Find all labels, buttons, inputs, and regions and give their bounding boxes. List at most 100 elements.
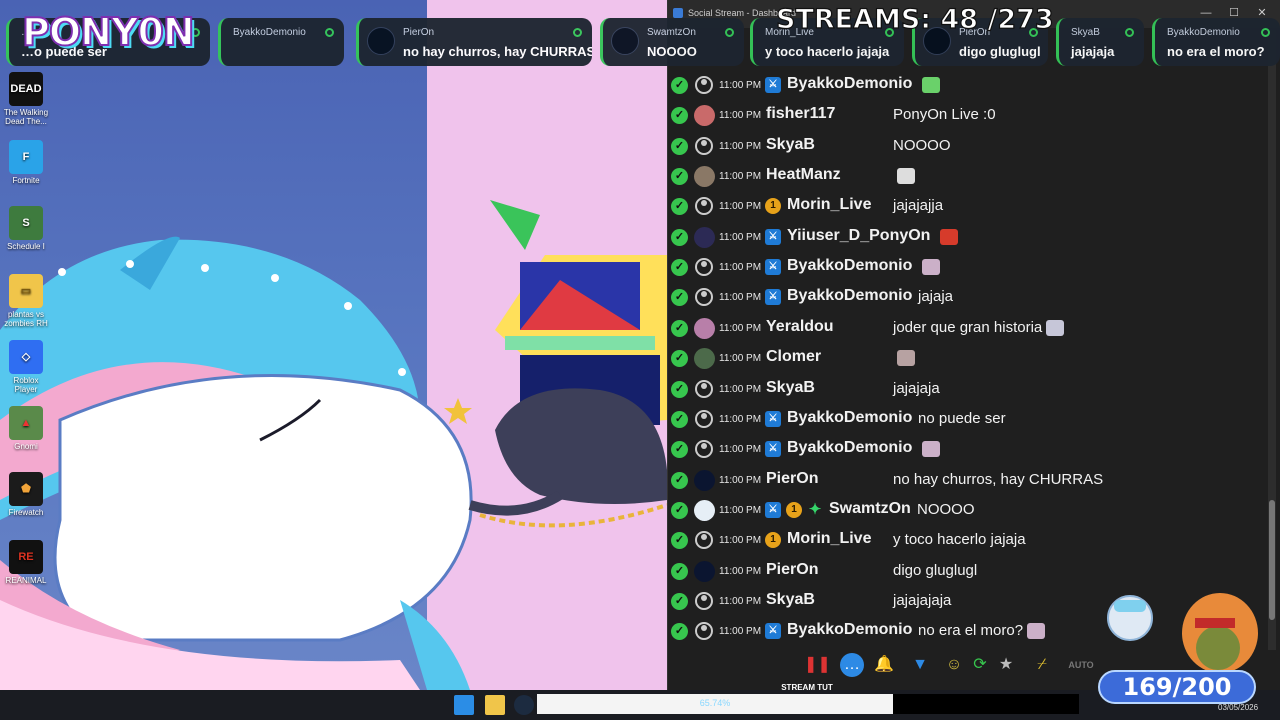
desktop-icon-label: Roblox Player (13, 376, 39, 394)
app-icon (673, 8, 683, 18)
approve-check-icon[interactable]: ✓ (671, 289, 688, 307)
bubble-message: digo gluglugl (959, 44, 1041, 59)
start-icon[interactable] (454, 695, 474, 715)
desktop-icon-reanimal[interactable]: RE REANIMAL (2, 540, 50, 585)
bubble-avatar (367, 27, 395, 55)
message-content: joder que gran historia (893, 318, 1043, 336)
approve-check-icon[interactable]: ✓ (671, 471, 688, 489)
message-content: jajajaja (893, 379, 940, 397)
user-icon (695, 531, 713, 550)
approve-check-icon[interactable]: ✓ (671, 350, 688, 368)
online-dot-icon (573, 28, 582, 37)
chat-username[interactable]: Morin_Live (787, 196, 871, 214)
approve-check-icon[interactable]: ✓ (671, 562, 688, 580)
approve-check-icon[interactable]: ✓ (671, 107, 688, 125)
moderator-badge-icon: ⚔ (765, 410, 781, 427)
bubble-username: SwamtzOn (647, 27, 696, 38)
emoji-icon[interactable]: ☺ (942, 653, 966, 677)
chat-username[interactable]: Morin_Live (787, 530, 871, 548)
chat-bubble-icon[interactable]: … (840, 653, 864, 677)
user-avatar (694, 469, 715, 491)
chat-username[interactable]: ByakkoDemonio (787, 287, 912, 305)
chat-username[interactable]: Yeraldou (766, 318, 834, 336)
walking-dead-icon: DEAD (9, 72, 43, 106)
online-dot-icon (725, 28, 734, 37)
desktop-icon-roblox[interactable]: ◇ Roblox Player (2, 340, 50, 394)
chat-username[interactable]: SwamtzOn (829, 500, 911, 518)
steam-icon[interactable] (514, 695, 534, 715)
file-explorer-icon[interactable] (485, 695, 505, 715)
message-content: digo gluglugl (893, 561, 978, 579)
sync-icon[interactable]: ⟳ (968, 653, 992, 677)
approve-check-icon[interactable]: ✓ (671, 77, 688, 94)
user-avatar (694, 317, 715, 339)
chat-username[interactable]: SkyaB (766, 591, 815, 609)
subscriber-badge-icon: 1 (786, 501, 802, 518)
message-content: no puede ser (918, 409, 1006, 427)
chat-username[interactable]: SkyaB (766, 136, 815, 154)
chat-message-text: y toco hacerlo jajaja (893, 531, 1026, 548)
approve-check-icon[interactable]: ✓ (671, 532, 688, 550)
desktop-icon-walking-dead[interactable]: DEAD The Walking Dead The... (2, 72, 50, 126)
moderator-badge-icon: ⚔ (765, 623, 781, 640)
desktop-icon-label: Firewatch (8, 508, 44, 517)
chat-message-text (918, 440, 940, 458)
chat-username[interactable]: HeatManz (766, 166, 841, 184)
chat-username[interactable]: PierOn (766, 470, 818, 488)
auto-button[interactable]: AUTO (1066, 653, 1096, 677)
bubble-message: no hay churros, hay CHURRAS (403, 44, 592, 59)
chat-username[interactable]: ByakkoDemonio (787, 409, 912, 427)
approve-check-icon[interactable]: ✓ (671, 168, 688, 186)
broom-icon[interactable]: ⌿ (1030, 653, 1054, 677)
approve-check-icon[interactable]: ✓ (671, 228, 688, 246)
chat-message-row: ✓ 11:00 PM PierOn no hay churros, hay CHURR… (668, 465, 1268, 495)
desktop-icon-schedule[interactable]: S Schedule I (2, 206, 50, 251)
user-avatar (694, 348, 715, 370)
message-time: 11:00 PM (719, 110, 762, 122)
chat-username[interactable]: ByakkoDemonio (787, 621, 912, 639)
chat-message-row: ✓ 11:00 PM fisher117 PonyOn Live :0 (668, 100, 1268, 130)
emote-image (897, 168, 915, 185)
desktop-icon-firewatch[interactable]: ⬟ Firewatch (2, 472, 50, 517)
chat-bubble: ByakkoDemonio no era el moro? (1152, 18, 1280, 66)
star-icon[interactable]: ★ (994, 653, 1018, 677)
chat-username[interactable]: PierOn (766, 561, 818, 579)
approve-check-icon[interactable]: ✓ (671, 410, 688, 428)
chat-message-row: ✓ 11:00 PM ⚔ 1 ✦ SwamtzOn NOOOO (668, 495, 1268, 525)
filter-icon[interactable]: ▼ (908, 653, 932, 677)
screen: DEAD The Walking Dead The... F Fortnite … (0, 0, 1280, 720)
chat-username[interactable]: ByakkoDemonio (787, 257, 912, 275)
approve-check-icon[interactable]: ✓ (671, 501, 688, 519)
chat-username[interactable]: SkyaB (766, 379, 815, 397)
bell-icon[interactable]: 🔔 (872, 653, 896, 677)
emote-image (1027, 623, 1046, 640)
chat-message-row: ✓ 11:00 PM SkyaB NOOOO (668, 131, 1268, 161)
chat-username[interactable]: ByakkoDemonio (787, 439, 912, 457)
desktop-icon-label: The Walking Dead The... (3, 108, 49, 126)
approve-check-icon[interactable]: ✓ (671, 259, 688, 277)
chat-username[interactable]: ByakkoDemonio (787, 75, 912, 93)
message-content: jajajajja (893, 197, 944, 215)
desktop-icon-fortnite[interactable]: F Fortnite (2, 140, 50, 185)
emote-image (940, 228, 958, 245)
approve-check-icon[interactable]: ✓ (671, 441, 688, 459)
approve-check-icon[interactable]: ✓ (671, 137, 688, 155)
message-time: 11:00 PM (719, 231, 762, 243)
approve-check-icon[interactable]: ✓ (671, 198, 688, 216)
message-time: 11:00 PM (719, 201, 762, 213)
desktop-icon-gnomi[interactable]: ▲ Gnomi (2, 406, 50, 451)
bubble-username: SkyaB (1071, 27, 1100, 38)
chat-username[interactable]: Clomer (766, 348, 821, 366)
approve-check-icon[interactable]: ✓ (671, 380, 688, 398)
scrollbar[interactable] (1268, 30, 1276, 650)
chat-username[interactable]: fisher117 (766, 105, 835, 123)
desktop-icon-plants[interactable]: ▭ plantas vs zombies RH (2, 274, 50, 328)
user-icon (695, 258, 713, 277)
approve-check-icon[interactable]: ✓ (671, 592, 688, 610)
approve-check-icon[interactable]: ✓ (671, 319, 688, 337)
approve-check-icon[interactable]: ✓ (671, 623, 688, 641)
emote-image (922, 77, 940, 94)
message-content: NOOOO (917, 500, 975, 518)
chat-username[interactable]: Yiiuser_D_PonyOn (787, 227, 930, 245)
pause-icon[interactable]: ❚❚ (804, 653, 831, 677)
